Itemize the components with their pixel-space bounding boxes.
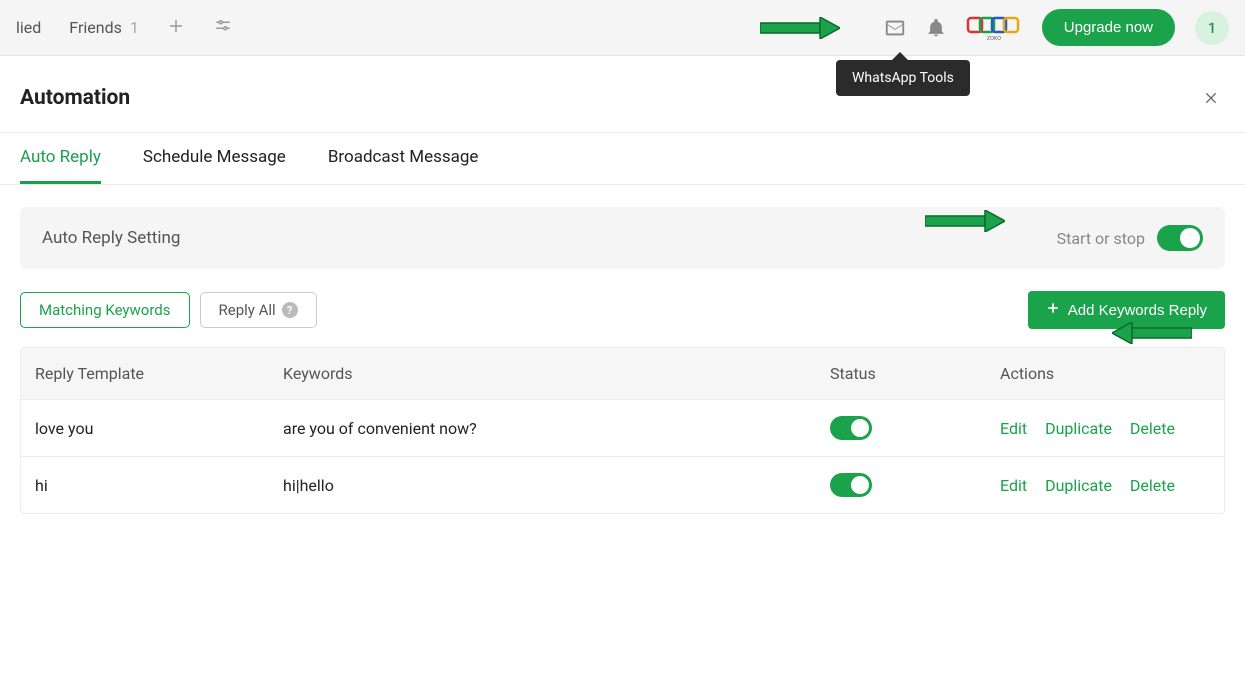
nav-tab-friends[interactable]: Friends 1 (69, 18, 139, 37)
auto-reply-setting-label: Auto Reply Setting (42, 228, 1057, 248)
tab-schedule-message[interactable]: Schedule Message (143, 147, 286, 184)
page-title: Automation (20, 86, 130, 110)
add-keywords-reply-label: Add Keywords Reply (1068, 302, 1207, 319)
close-icon[interactable] (1197, 84, 1225, 112)
bell-icon[interactable] (926, 17, 946, 39)
edit-action[interactable]: Edit (1000, 419, 1027, 438)
cell-actions: Edit Duplicate Delete (986, 460, 1224, 511)
cell-reply-template: love you (21, 403, 269, 454)
duplicate-action[interactable]: Duplicate (1045, 476, 1112, 495)
auto-reply-setting-bar: Auto Reply Setting Start or stop (20, 207, 1225, 269)
nav-tab-friends-label: Friends (69, 18, 122, 37)
reply-all-pill[interactable]: Reply All ? (200, 292, 317, 328)
upgrade-button[interactable]: Upgrade now (1042, 9, 1175, 46)
svg-text:ZOKO: ZOKO (987, 36, 1001, 42)
cell-reply-template: hi (21, 460, 269, 511)
table-row: love you are you of convenient now? Edit… (21, 400, 1224, 457)
plus-icon[interactable] (167, 17, 185, 39)
filter-row: Matching Keywords Reply All ? Add Keywor… (20, 291, 1225, 329)
info-icon: ? (282, 302, 298, 318)
col-header-status: Status (816, 348, 986, 399)
tab-broadcast-message[interactable]: Broadcast Message (328, 147, 479, 184)
matching-keywords-pill[interactable]: Matching Keywords (20, 292, 190, 328)
automation-tabs: Auto Reply Schedule Message Broadcast Me… (0, 133, 1245, 185)
cell-keywords: are you of convenient now? (269, 403, 816, 454)
cell-keywords: hi|hello (269, 460, 816, 511)
zoko-logo[interactable]: ZOKO (966, 14, 1022, 42)
nav-tab-friends-count: 1 (130, 18, 139, 37)
edit-action[interactable]: Edit (1000, 476, 1027, 495)
delete-action[interactable]: Delete (1130, 419, 1175, 438)
add-keywords-reply-button[interactable]: Add Keywords Reply (1028, 291, 1225, 329)
col-header-keywords: Keywords (269, 348, 816, 399)
avatar-badge[interactable]: 1 (1195, 11, 1229, 45)
reply-all-label: Reply All (219, 301, 276, 319)
top-bar: lied Friends 1 ZOKO Upgrade now (0, 0, 1245, 56)
table-header: Reply Template Keywords Status Actions (21, 348, 1224, 400)
status-toggle[interactable] (830, 416, 872, 440)
tab-auto-reply[interactable]: Auto Reply (20, 147, 101, 184)
col-header-reply-template: Reply Template (21, 348, 269, 399)
status-toggle[interactable] (830, 473, 872, 497)
col-header-actions: Actions (1000, 364, 1054, 383)
table-row: hi hi|hello Edit Duplicate Delete (21, 457, 1224, 513)
duplicate-action[interactable]: Duplicate (1045, 419, 1112, 438)
plus-icon (1046, 301, 1060, 319)
delete-action[interactable]: Delete (1130, 476, 1175, 495)
nav-tab-partial[interactable]: lied (16, 18, 41, 37)
cell-status (816, 457, 986, 513)
col-header-actions-wrap: Actions (986, 348, 1224, 399)
page-header: Automation (0, 56, 1245, 133)
start-stop-label: Start or stop (1057, 229, 1145, 248)
start-stop-toggle[interactable] (1157, 225, 1203, 251)
cell-actions: Edit Duplicate Delete (986, 403, 1224, 454)
whatsapp-tools-tooltip: WhatsApp Tools (836, 60, 970, 96)
inbox-icon[interactable] (884, 17, 906, 39)
cell-status (816, 400, 986, 456)
topbar-left: lied Friends 1 (16, 17, 233, 39)
topbar-right: ZOKO Upgrade now 1 (884, 9, 1229, 46)
keywords-table: Reply Template Keywords Status Actions l… (20, 347, 1225, 514)
filter-icon[interactable] (213, 17, 233, 39)
